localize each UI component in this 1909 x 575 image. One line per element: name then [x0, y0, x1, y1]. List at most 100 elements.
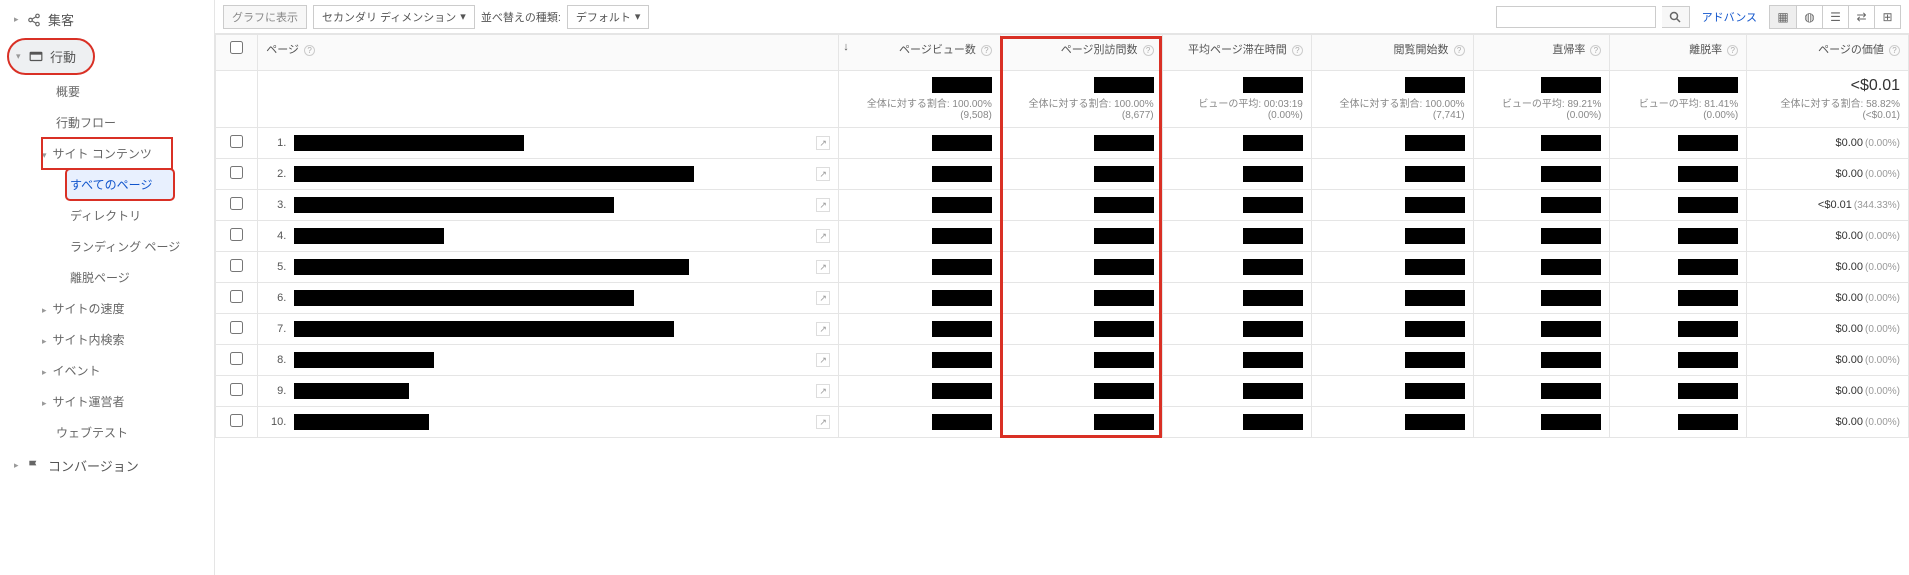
share-icon	[24, 13, 44, 27]
nav-directory[interactable]: ディレクトリ	[70, 200, 214, 231]
row-number: 8.	[266, 354, 286, 366]
nav-site-speed[interactable]: サイトの速度	[56, 293, 214, 324]
row-checkbox[interactable]	[230, 135, 243, 148]
col-bounce-rate[interactable]: 直帰率 ?	[1473, 35, 1610, 71]
view-compare-icon[interactable]: ⇄	[1848, 6, 1874, 28]
redacted-value	[1405, 259, 1465, 275]
row-checkbox[interactable]	[230, 197, 243, 210]
row-checkbox[interactable]	[230, 321, 243, 334]
search-input[interactable]	[1496, 6, 1656, 28]
nav-behavior-flow[interactable]: 行動フロー	[56, 107, 214, 138]
nav-events[interactable]: イベント	[56, 355, 214, 386]
col-avg-time[interactable]: 平均ページ滞在時間 ?	[1162, 35, 1311, 71]
open-link-icon[interactable]: ↗	[816, 167, 830, 181]
redacted-value	[1541, 135, 1601, 151]
table-row: 4.↗$0.00(0.00%)	[216, 221, 1909, 252]
page-value: $0.00	[1835, 261, 1863, 273]
table-row: 3.↗<$0.01(344.33%)	[216, 190, 1909, 221]
nav-acquisition[interactable]: ▸ 集客	[0, 2, 214, 37]
caret-down-icon: ▾	[16, 51, 26, 62]
open-link-icon[interactable]: ↗	[816, 353, 830, 367]
redacted-value	[1405, 352, 1465, 368]
nav-conversions[interactable]: ▸ コンバージョン	[0, 448, 214, 483]
redacted-value	[932, 259, 992, 275]
redacted-value	[1678, 321, 1738, 337]
row-checkbox[interactable]	[230, 414, 243, 427]
open-link-icon[interactable]: ↗	[816, 198, 830, 212]
redacted-value	[1094, 414, 1154, 430]
redacted-value	[1541, 290, 1601, 306]
open-link-icon[interactable]: ↗	[816, 136, 830, 150]
row-number: 10.	[266, 416, 286, 428]
redacted-page-path	[294, 135, 524, 151]
redacted-value	[1094, 197, 1154, 213]
nav-label: 行動	[50, 47, 76, 66]
redacted-value	[932, 166, 992, 182]
open-link-icon[interactable]: ↗	[816, 322, 830, 336]
col-unique-pageviews[interactable]: ページ別訪問数 ?	[1000, 35, 1162, 71]
redacted-value	[1243, 352, 1303, 368]
redacted-value	[1094, 228, 1154, 244]
page-value: $0.00	[1835, 323, 1863, 335]
row-checkbox[interactable]	[230, 259, 243, 272]
help-icon[interactable]: ?	[1143, 45, 1154, 56]
nav-exit-pages[interactable]: 離脱ページ	[70, 262, 214, 293]
nav-overview[interactable]: 概要	[56, 76, 214, 107]
help-icon[interactable]: ?	[1292, 45, 1303, 56]
row-checkbox[interactable]	[230, 166, 243, 179]
col-page[interactable]: ページ ?	[258, 35, 839, 71]
col-pageviews[interactable]: ページビュー数 ?	[839, 35, 1001, 71]
sort-type-select[interactable]: デフォルト ▾	[567, 5, 650, 29]
select-all-checkbox[interactable]	[230, 41, 243, 54]
table-row: 10.↗$0.00(0.00%)	[216, 407, 1909, 438]
nav-site-content[interactable]: サイト コンテンツ	[42, 138, 172, 169]
search-button[interactable]	[1662, 6, 1690, 28]
help-icon[interactable]: ?	[1889, 45, 1900, 56]
nav-all-pages[interactable]: すべてのページ	[66, 169, 174, 200]
open-link-icon[interactable]: ↗	[816, 415, 830, 429]
open-link-icon[interactable]: ↗	[816, 260, 830, 274]
open-link-icon[interactable]: ↗	[816, 291, 830, 305]
help-icon[interactable]: ?	[304, 45, 315, 56]
help-icon[interactable]: ?	[1454, 45, 1465, 56]
nav-site-search[interactable]: サイト内検索	[56, 324, 214, 355]
redacted-value	[1094, 166, 1154, 182]
redacted-value	[1243, 290, 1303, 306]
page-value: $0.00	[1835, 385, 1863, 397]
redacted-value	[1094, 135, 1154, 151]
table-row: 1.↗$0.00(0.00%)	[216, 128, 1909, 159]
row-checkbox[interactable]	[230, 290, 243, 303]
redacted-value	[1678, 135, 1738, 151]
view-table-icon[interactable]: ▦	[1770, 6, 1796, 28]
graph-button[interactable]: グラフに表示	[223, 5, 307, 29]
col-exit-rate[interactable]: 離脱率 ?	[1610, 35, 1747, 71]
help-icon[interactable]: ?	[1590, 45, 1601, 56]
nav-web-test[interactable]: ウェブテスト	[56, 417, 214, 448]
help-icon[interactable]: ?	[981, 45, 992, 56]
table-row: 2.↗$0.00(0.00%)	[216, 159, 1909, 190]
nav-publisher[interactable]: サイト運営者	[56, 386, 214, 417]
secondary-dimension-select[interactable]: セカンダリ ディメンション ▾	[313, 5, 475, 29]
redacted-value	[1243, 321, 1303, 337]
page-value-pct: (0.00%)	[1865, 262, 1900, 273]
view-bar-icon[interactable]: ☰	[1822, 6, 1848, 28]
view-pivot-icon[interactable]: ⊞	[1874, 6, 1900, 28]
nav-behavior[interactable]: ▾ 行動	[8, 39, 94, 74]
nav-landing-pages[interactable]: ランディング ページ	[70, 231, 214, 262]
row-checkbox[interactable]	[230, 228, 243, 241]
row-checkbox[interactable]	[230, 352, 243, 365]
col-entrances[interactable]: 閲覧開始数 ?	[1311, 35, 1473, 71]
redacted-value	[1541, 414, 1601, 430]
advanced-link[interactable]: アドバンス	[1702, 9, 1757, 25]
help-icon[interactable]: ?	[1727, 45, 1738, 56]
redacted-value	[1094, 352, 1154, 368]
col-page-value[interactable]: ページの価値 ?	[1747, 35, 1909, 71]
open-link-icon[interactable]: ↗	[816, 384, 830, 398]
redacted-page-path	[294, 197, 614, 213]
flag-icon	[24, 459, 44, 473]
view-pie-icon[interactable]: ◍	[1796, 6, 1822, 28]
open-link-icon[interactable]: ↗	[816, 229, 830, 243]
redacted-value	[1541, 321, 1601, 337]
row-checkbox[interactable]	[230, 383, 243, 396]
redacted-value	[932, 414, 992, 430]
